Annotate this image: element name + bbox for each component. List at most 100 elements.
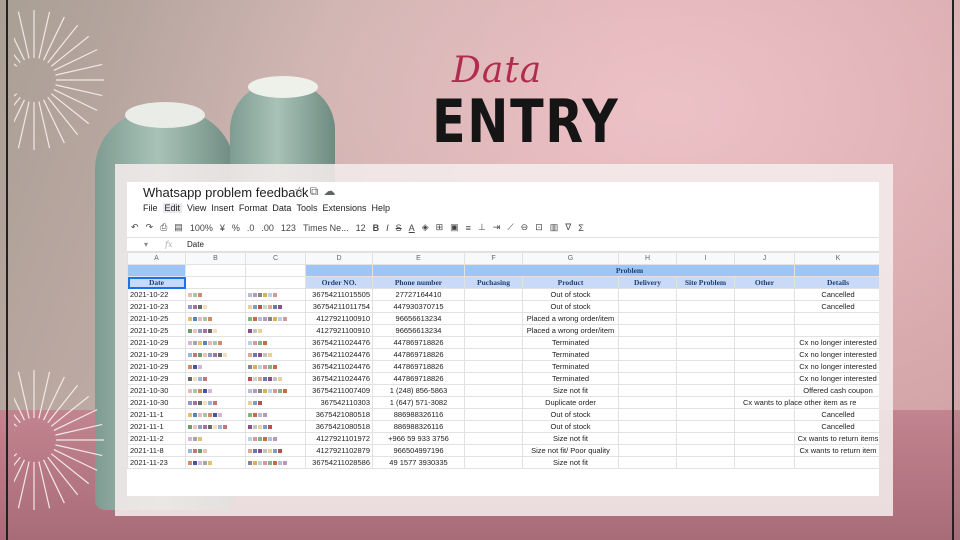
cell-redacted-c[interactable] (245, 348, 306, 361)
cell-order-no[interactable]: 36754211015505 (305, 288, 373, 301)
header-cell[interactable] (245, 276, 306, 289)
header-cell[interactable]: Phone number (372, 276, 465, 289)
decrease-decimal-button[interactable]: .0 (247, 223, 255, 233)
cell-redacted-c[interactable] (245, 372, 306, 385)
cell-site-problem[interactable] (676, 324, 735, 337)
cell-redacted-c[interactable] (245, 432, 306, 445)
print-icon[interactable]: ⎙ (160, 222, 167, 233)
menu-help[interactable]: Help (371, 203, 390, 213)
cell-phone[interactable]: 96656613234 (372, 324, 465, 337)
cell-redacted-b[interactable] (185, 456, 246, 469)
cell-site-problem[interactable] (676, 336, 735, 349)
cell-site-problem[interactable] (676, 396, 735, 409)
header-cell[interactable]: Date (127, 276, 186, 289)
cell-details[interactable]: Cx wants to return item (794, 444, 879, 457)
cell-details[interactable]: Offered cash coupon (794, 384, 879, 397)
cell-delivery[interactable] (618, 348, 677, 361)
cell-redacted-c[interactable] (245, 324, 306, 337)
cell-order-no[interactable]: 36754211024476 (305, 360, 373, 373)
cell-puchasing[interactable] (464, 360, 523, 373)
cell-order-no[interactable]: 3675421080518 (305, 420, 373, 433)
cell-puchasing[interactable] (464, 324, 523, 337)
italic-button[interactable]: I (386, 223, 389, 233)
star-icon[interactable]: ☆ (294, 184, 310, 198)
cell-order-no[interactable]: 36754211028586 (305, 456, 373, 469)
cell-delivery[interactable] (618, 444, 677, 457)
cell-date[interactable]: 2021-10-30 (127, 396, 186, 409)
cell-delivery[interactable] (618, 312, 677, 325)
cell-delivery[interactable] (618, 396, 677, 409)
paint-format-icon[interactable]: ▤ (174, 222, 183, 233)
column-header-i[interactable]: I (676, 252, 735, 265)
cell-phone[interactable]: 447869718826 (372, 360, 465, 373)
cell-redacted-b[interactable] (185, 336, 246, 349)
header-cell[interactable]: Product (522, 276, 619, 289)
cell-product[interactable]: Terminated (522, 372, 619, 385)
cell-delivery[interactable] (618, 456, 677, 469)
cell-phone[interactable]: 966504997196 (372, 444, 465, 457)
cell-phone[interactable]: 447930370715 (372, 300, 465, 313)
cell-order-no[interactable]: 4127921101972 (305, 432, 373, 445)
cell-details[interactable]: Cx wants to place other item as re (740, 396, 856, 409)
cell-redacted-b[interactable] (185, 396, 246, 409)
cell-phone[interactable]: 886988326116 (372, 408, 465, 421)
filter-icon[interactable]: ∇ (565, 222, 571, 233)
cell-product[interactable]: Out of stock (522, 300, 619, 313)
cell-site-problem[interactable] (676, 372, 735, 385)
menu-format[interactable]: Format (239, 203, 268, 213)
cell-site-problem[interactable] (676, 444, 735, 457)
number-format-select[interactable]: 123 (281, 223, 296, 233)
cell-product[interactable]: Duplicate order (522, 396, 619, 409)
cell-order-no[interactable]: 4127921100910 (305, 324, 373, 337)
cell-puchasing[interactable] (464, 288, 523, 301)
cell-site-problem[interactable] (676, 288, 735, 301)
header-cell[interactable]: Delivery (618, 276, 677, 289)
cell-redacted-b[interactable] (185, 300, 246, 313)
merge-cells-icon[interactable]: ▣ (450, 222, 459, 233)
cell-order-no[interactable]: 36754211024476 (305, 348, 373, 361)
cell-date[interactable]: 2021-11-1 (127, 408, 186, 421)
cell-other[interactable] (734, 324, 795, 337)
cell-puchasing[interactable] (464, 300, 523, 313)
cell-details[interactable]: Cancelled (794, 300, 879, 313)
cell-date[interactable]: 2021-10-25 (127, 324, 186, 337)
header-cell[interactable]: Other (734, 276, 795, 289)
cell-product[interactable]: Size not fit (522, 384, 619, 397)
cell-other[interactable] (734, 384, 795, 397)
cell-site-problem[interactable] (676, 408, 735, 421)
cell-puchasing[interactable] (464, 336, 523, 349)
column-header-j[interactable]: J (734, 252, 795, 265)
cell-redacted-c[interactable] (245, 288, 306, 301)
cell-date[interactable]: 2021-10-29 (127, 348, 186, 361)
cell-puchasing[interactable] (464, 384, 523, 397)
cell-date[interactable]: 2021-10-29 (127, 372, 186, 385)
cell-site-problem[interactable] (676, 348, 735, 361)
cell-product[interactable]: Terminated (522, 348, 619, 361)
cell-site-problem[interactable] (676, 456, 735, 469)
cell-redacted-c[interactable] (245, 360, 306, 373)
document-title[interactable]: Whatsapp problem feedback (143, 185, 308, 200)
cell-delivery[interactable] (618, 420, 677, 433)
cell-order-no[interactable]: 36754211011754 (305, 300, 373, 313)
menu-edit[interactable]: Edit (162, 203, 183, 213)
menu-insert[interactable]: Insert (211, 203, 234, 213)
cell-order-no[interactable]: 36754211007409 (305, 384, 373, 397)
cell-date[interactable]: 2021-11-2 (127, 432, 186, 445)
cell-order-no[interactable]: 36754211024476 (305, 336, 373, 349)
header-cell[interactable]: Puchasing (464, 276, 523, 289)
cell-redacted-b[interactable] (185, 288, 246, 301)
cell-puchasing[interactable] (464, 420, 523, 433)
cell-details[interactable]: Cx no longer interested (794, 360, 879, 373)
cell-redacted-b[interactable] (185, 408, 246, 421)
cell-other[interactable] (734, 432, 795, 445)
cell-phone[interactable]: 96656613234 (372, 312, 465, 325)
menu-extensions[interactable]: Extensions (322, 203, 366, 213)
insert-comment-icon[interactable]: ⊡ (535, 222, 543, 233)
menu-view[interactable]: View (187, 203, 206, 213)
cell-other[interactable] (734, 312, 795, 325)
cell-other[interactable] (734, 336, 795, 349)
cell-details[interactable]: Cx no longer interested (794, 336, 879, 349)
column-header-k[interactable]: K (794, 252, 879, 265)
column-header-b[interactable]: B (185, 252, 246, 265)
undo-icon[interactable]: ↶ (131, 222, 139, 233)
